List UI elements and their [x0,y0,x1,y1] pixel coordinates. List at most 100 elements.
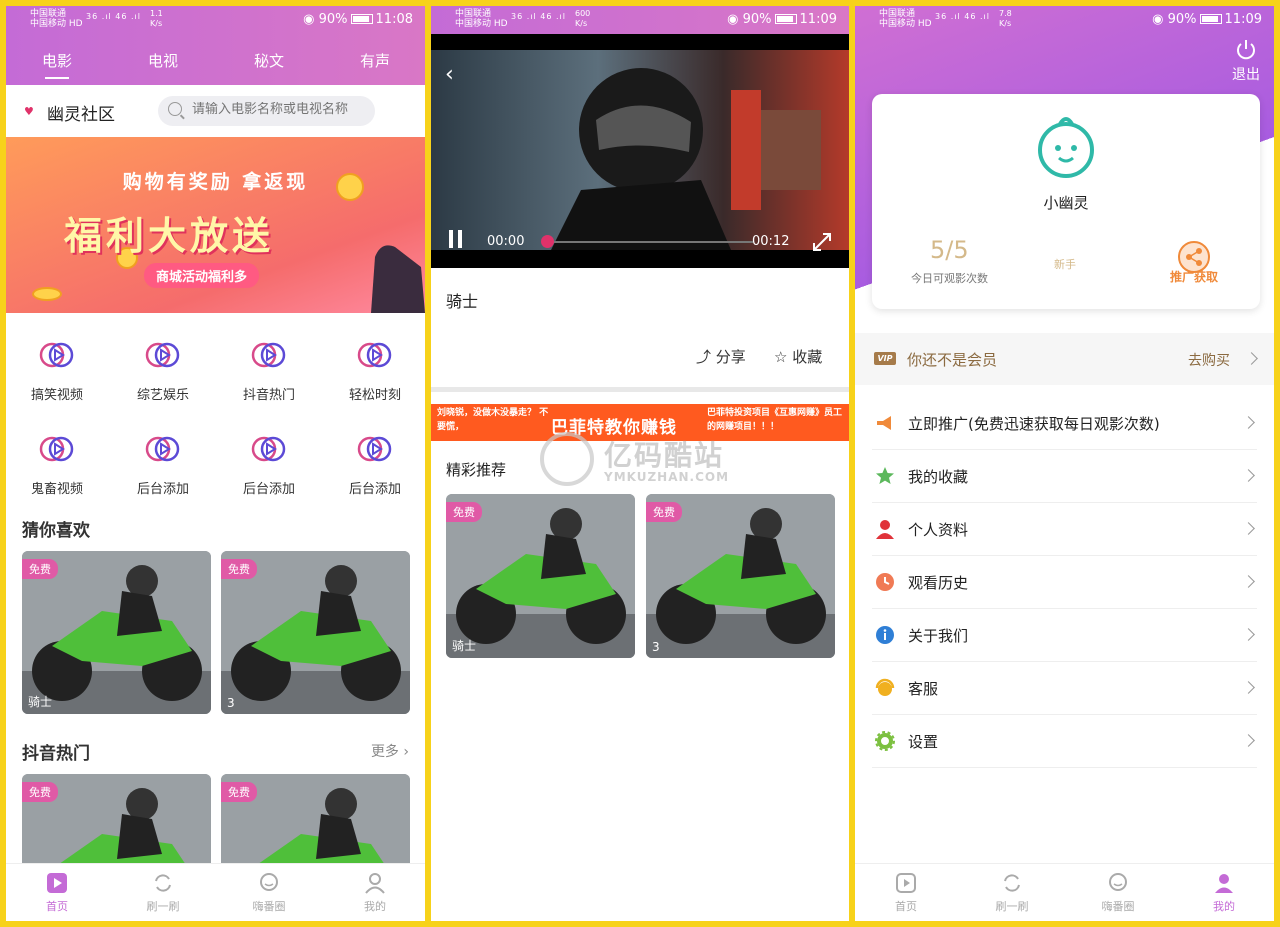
menu-item-profile[interactable]: 个人资料 [872,503,1257,556]
tab-circle[interactable]: 嗨番圈 [1066,872,1170,914]
tab-mine[interactable]: 我的 [1172,872,1274,914]
more-link[interactable]: 更多 › [371,741,409,761]
tab-circle[interactable]: 嗨番圈 [217,872,321,914]
share-button[interactable]: ⤴ 分享 [696,346,746,367]
tab-label: 嗨番圈 [1101,900,1135,913]
tab-label: 我的 [1213,900,1235,913]
logout-button[interactable]: 退出 [1232,38,1260,84]
watermark: 亿码酷站 YMKUZHAN.COM [540,432,740,488]
chevron-right-icon [1242,416,1255,429]
menu-item-history[interactable]: 观看历史 [872,556,1257,609]
carrier-2: 中国移动 [30,19,67,29]
video-card[interactable]: 免费 骑士 [446,494,635,658]
play-icon [145,342,180,368]
promo-banner[interactable]: 购物有奖励 拿返现 福利大放送 商城活动福利多 [6,137,425,313]
vip-icon: VIP [874,352,896,365]
video-card[interactable]: 免费 骑士 [22,551,211,714]
search-input[interactable] [192,102,367,117]
category-item[interactable]: 综艺娱乐 [111,340,215,403]
category-label: 后台添加 [348,482,401,497]
ad-left-text: 刘晓锐，没做木没暴走？ 不要慌， [437,408,549,432]
category-item[interactable]: 后台添加 [217,434,321,497]
star-icon [876,467,894,484]
play-icon [357,342,392,368]
menu-label: 立即推广(免费迅速获取每日观影次数) [908,415,1160,433]
chevron-right-icon [1242,522,1255,535]
play-icon [39,436,74,462]
watermark-logo-icon [540,432,594,486]
carrier-2: 中国移动 [455,19,492,29]
category-item[interactable]: 后台添加 [111,434,215,497]
home-play-icon [896,873,916,893]
video-card[interactable]: 免费 3 [221,551,410,714]
chevron-right-icon [1242,575,1255,588]
battery-icon [1199,14,1222,24]
net-speed: 1.1 [150,9,163,18]
chat-icon [260,873,278,891]
carrier-2: 中国移动 [879,19,916,29]
menu-item-favorites[interactable]: 我的收藏 [872,450,1257,503]
play-icon [39,342,74,368]
free-badge: 免费 [221,782,257,802]
progress-handle[interactable] [541,235,554,248]
tab-home[interactable]: 首页 [6,872,109,914]
signal-icon: 36 .ıl 46 .ıl [935,12,990,21]
video-player[interactable]: ‹ 00:00 00:12 [431,34,849,268]
back-icon[interactable]: ‹ [445,62,454,87]
power-icon [1237,40,1255,60]
tab-audio[interactable]: 有声 [345,50,405,71]
megaphone-icon [877,416,891,430]
gear-icon [875,731,895,751]
category-label: 后台添加 [136,482,189,497]
tab-refresh[interactable]: 刷一刷 [960,872,1064,914]
chat-icon [1109,873,1127,891]
menu-label: 关于我们 [908,627,969,645]
clock: 11:09 [1224,12,1262,27]
category-item[interactable]: 后台添加 [323,434,425,497]
menu-item-promote[interactable]: 立即推广(免费迅速获取每日观影次数) [872,397,1257,450]
net-speed-unit: K/s [150,19,163,28]
tab-label: 首页 [46,900,68,913]
category-item[interactable]: 抖音热门 [217,340,321,403]
collect-button[interactable]: ☆ 收藏 [774,346,822,367]
category-item[interactable]: 轻松时刻 [323,340,425,403]
banner-tagline: 商城活动福利多 [144,263,260,288]
net-speed-unit: K/s [999,19,1012,28]
user-icon [365,873,385,894]
vip-buy-link[interactable]: 去购买 [1188,350,1230,370]
menu-item-about[interactable]: 关于我们 [872,609,1257,662]
tab-refresh[interactable]: 刷一刷 [111,872,215,914]
progress-track[interactable] [546,241,753,243]
star-outline-icon: ☆ [774,348,788,366]
category-label: 轻松时刻 [348,388,401,403]
category-item[interactable]: 搞笑视频 [6,340,109,403]
promo-button[interactable]: 推广获取 [1162,240,1226,285]
tab-secret[interactable]: 秘文 [239,50,299,71]
tab-home[interactable]: 首页 [855,872,958,914]
tab-mine[interactable]: 我的 [323,872,425,914]
eye-icon: ◉ [1152,12,1164,27]
brand-name: 幽灵社区 [47,105,115,125]
pause-icon[interactable] [445,228,467,250]
avatar[interactable] [1034,114,1098,178]
home-screen: 中国联通 中国移动 HD 36 .ıl 46 .ıl 1.1 K/s ◉ 90% 11… [6,6,425,921]
video-caption: 3 [652,640,660,654]
menu-label: 客服 [908,680,939,698]
free-badge: 免费 [446,502,482,522]
tab-movie[interactable]: 电影 [27,50,87,79]
menu-item-support[interactable]: 客服 [872,662,1257,715]
menu-item-settings[interactable]: 设置 [872,715,1257,768]
tab-tv[interactable]: 电视 [133,50,193,71]
tab-label: 嗨番圈 [252,900,286,913]
vip-banner[interactable]: VIP 你还不是会员 去购买 [855,333,1274,385]
search-box[interactable] [158,96,375,126]
video-card[interactable]: 免费 3 [646,494,835,658]
share-icon: ⤴ [696,348,712,366]
menu-label: 我的收藏 [908,468,969,486]
section-title-recommend: 精彩推荐 [446,461,507,479]
current-time: 00:00 [487,234,525,249]
fullscreen-icon[interactable] [811,231,833,253]
chevron-right-icon [1242,628,1255,641]
category-item[interactable]: 鬼畜视频 [6,434,109,497]
video-title: 骑士 [446,292,479,311]
